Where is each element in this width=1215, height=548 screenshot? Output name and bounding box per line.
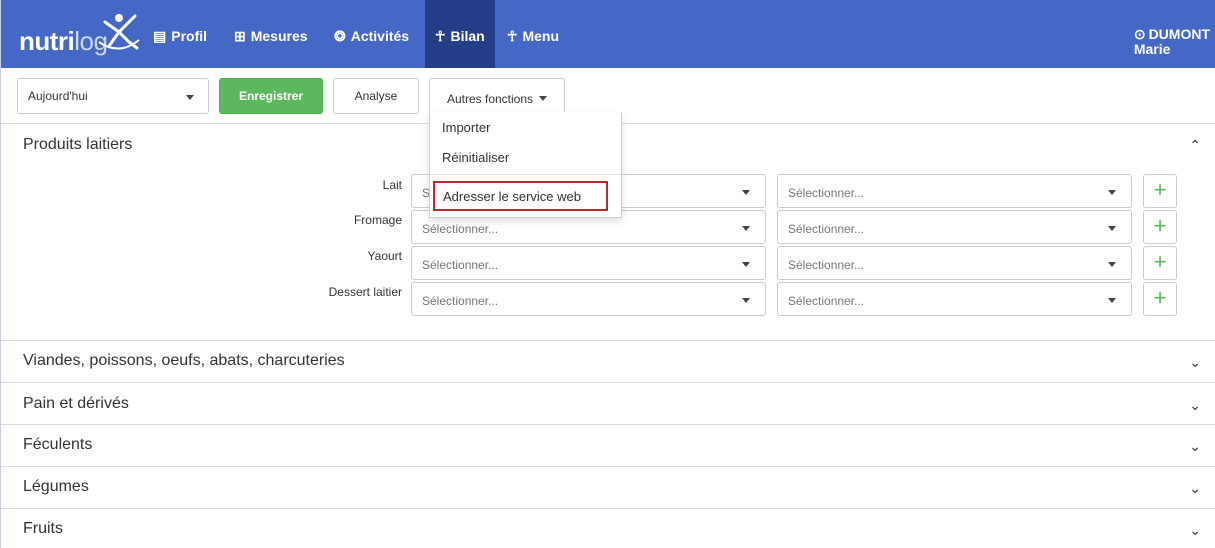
section-divider bbox=[1, 340, 1215, 341]
row-label-fromage: Fromage bbox=[353, 213, 402, 227]
food-select-lait-2[interactable]: Sélectionner... bbox=[777, 174, 1132, 208]
nav-activites[interactable]: ❂ Activités bbox=[334, 0, 409, 68]
food-select-dessert-2[interactable]: Sélectionner... bbox=[777, 282, 1132, 316]
nav-bilan[interactable]: ☥ Bilan bbox=[425, 0, 495, 68]
food-select-yaourt-2[interactable]: Sélectionner... bbox=[777, 246, 1132, 280]
date-select[interactable]: Aujourd'hui bbox=[17, 78, 209, 114]
id-card-icon: ▤ bbox=[153, 28, 167, 44]
navbar: nutrilog ▤ Profil ⊞ Mesures ❂ Activités … bbox=[1, 0, 1215, 68]
nav-activites-label: Activités bbox=[350, 28, 410, 44]
add-dessert-button[interactable]: + bbox=[1143, 282, 1177, 316]
nav-bilan-label: Bilan bbox=[450, 28, 485, 44]
cutlery-icon: ☥ bbox=[507, 28, 518, 44]
section-title-fruits[interactable]: Fruits bbox=[23, 520, 63, 538]
logo-bold: nutri bbox=[19, 26, 75, 56]
chevron-down-icon[interactable]: ⌄ bbox=[1189, 522, 1201, 539]
soccer-ball-icon: ❂ bbox=[334, 28, 346, 44]
section-divider bbox=[1, 424, 1215, 425]
caret-down-icon bbox=[742, 190, 750, 195]
caret-down-icon bbox=[742, 226, 750, 231]
caret-down-icon bbox=[1108, 262, 1116, 267]
caret-down-icon bbox=[1108, 298, 1116, 303]
page: nutrilog ▤ Profil ⊞ Mesures ❂ Activités … bbox=[0, 0, 1215, 548]
chevron-up-icon[interactable]: ⌃ bbox=[1189, 137, 1201, 154]
section-title-pain[interactable]: Pain et dérivés bbox=[23, 395, 129, 413]
add-lait-button[interactable]: + bbox=[1143, 174, 1177, 208]
user-menu[interactable]: ⊙ DUMONT Marie bbox=[1134, 27, 1210, 57]
menu-divider bbox=[430, 174, 621, 175]
user-first-name: Marie bbox=[1133, 41, 1171, 57]
food-select-yaourt-1[interactable]: Sélectionner... bbox=[411, 246, 766, 280]
caret-down-icon bbox=[742, 262, 750, 267]
section-divider bbox=[1, 466, 1215, 467]
select-placeholder: Sélectionner... bbox=[788, 186, 865, 200]
nav-menu[interactable]: ☥ Menu bbox=[507, 0, 559, 68]
nutrilog-logo[interactable]: nutrilog bbox=[19, 12, 141, 58]
menu-item-importer[interactable]: Importer bbox=[442, 120, 490, 135]
user-circle-icon: ⊙ bbox=[1133, 26, 1146, 42]
nav-mesures[interactable]: ⊞ Mesures bbox=[234, 0, 308, 68]
row-label-lait: Lait bbox=[382, 178, 402, 192]
select-placeholder: Sélectionner... bbox=[422, 294, 499, 308]
caret-down-icon bbox=[1108, 226, 1116, 231]
chevron-down-icon[interactable]: ⌄ bbox=[1189, 438, 1201, 455]
menu-item-service-web[interactable]: Adresser le service web bbox=[433, 181, 608, 211]
more-functions-menu: Importer Réinitialiser Adresser le servi… bbox=[429, 112, 622, 218]
nav-mesures-label: Mesures bbox=[250, 28, 308, 44]
row-label-yaourt: Yaourt bbox=[367, 249, 402, 263]
select-placeholder: Sélectionner... bbox=[422, 258, 499, 272]
runner-figure-icon bbox=[98, 14, 140, 50]
add-yaourt-button[interactable]: + bbox=[1143, 246, 1177, 280]
section-title-produits-laitiers[interactable]: Produits laitiers bbox=[23, 136, 132, 154]
section-title-legumes[interactable]: Légumes bbox=[23, 478, 89, 496]
date-select-value: Aujourd'hui bbox=[28, 89, 88, 103]
chevron-down-icon[interactable]: ⌄ bbox=[1189, 354, 1201, 371]
chevron-down-icon[interactable]: ⌄ bbox=[1189, 480, 1201, 497]
section-divider bbox=[1, 508, 1215, 509]
nav-profil-label: Profil bbox=[171, 28, 208, 44]
table-icon: ⊞ bbox=[234, 28, 246, 44]
more-functions-label: Autres fonctions bbox=[446, 91, 534, 106]
caret-down-icon bbox=[1108, 190, 1116, 195]
select-placeholder: Sélectionner... bbox=[788, 222, 865, 236]
chevron-down-icon[interactable]: ⌄ bbox=[1189, 397, 1201, 414]
section-title-feculents[interactable]: Féculents bbox=[23, 436, 92, 454]
row-label-dessert-laitier: Dessert laitier bbox=[328, 285, 402, 299]
section-title-viandes[interactable]: Viandes, poissons, oeufs, abats, charcut… bbox=[23, 352, 345, 370]
select-placeholder: Sélectionner... bbox=[788, 258, 865, 272]
select-placeholder: Sélectionner... bbox=[788, 294, 865, 308]
user-last-name: DUMONT bbox=[1148, 26, 1210, 42]
nav-profil[interactable]: ▤ Profil bbox=[153, 0, 207, 68]
caret-down-icon bbox=[742, 298, 750, 303]
food-select-dessert-1[interactable]: Sélectionner... bbox=[411, 282, 766, 316]
section-divider bbox=[1, 382, 1215, 383]
caret-down-icon bbox=[186, 95, 194, 100]
save-button[interactable]: Enregistrer bbox=[219, 78, 323, 114]
nav-menu-label: Menu bbox=[522, 28, 560, 44]
food-select-fromage-2[interactable]: Sélectionner... bbox=[777, 210, 1132, 244]
cutlery-icon: ☥ bbox=[435, 28, 446, 44]
analyse-button[interactable]: Analyse bbox=[333, 78, 419, 114]
menu-item-reinitialiser[interactable]: Réinitialiser bbox=[442, 150, 509, 165]
select-placeholder: Sélectionner... bbox=[422, 222, 499, 236]
add-fromage-button[interactable]: + bbox=[1143, 210, 1177, 244]
caret-down-icon bbox=[539, 96, 548, 101]
